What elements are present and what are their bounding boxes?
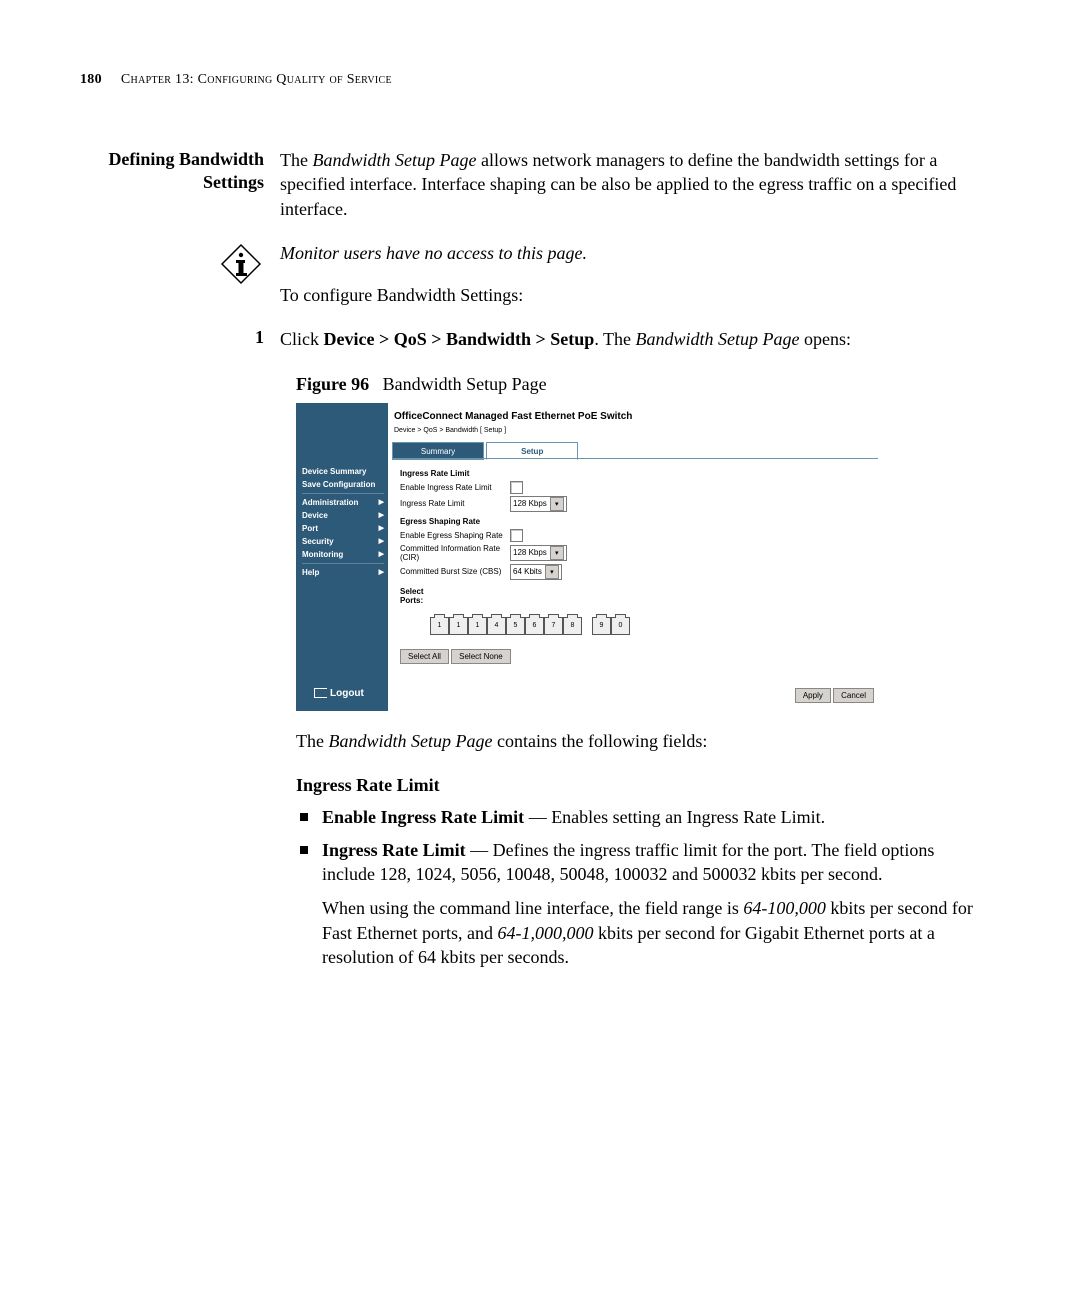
breadcrumb: Device > QoS > Bandwidth [ Setup ]: [394, 427, 506, 434]
cbs-select[interactable]: 64 Kbits▾: [510, 564, 562, 580]
select-none-button[interactable]: Select None: [451, 649, 511, 664]
ingress-rate-label: Ingress Rate Limit: [400, 499, 510, 508]
chevron-right-icon: ▶: [379, 511, 384, 519]
sidebar-item-administration[interactable]: Administration▶: [302, 496, 384, 509]
cir-select[interactable]: 128 Kbps▾: [510, 545, 567, 561]
bullet-enable-ingress: Enable Ingress Rate Limit — Enables sett…: [296, 805, 984, 829]
select-ports-label: SelectPorts:: [400, 588, 870, 606]
sidebar-item-device-summary[interactable]: Device Summary: [302, 465, 384, 478]
sidebar-item-help[interactable]: Help▶: [302, 566, 384, 579]
sidebar-item-save-config[interactable]: Save Configuration: [302, 478, 384, 491]
sidebar: Device Summary Save Configuration Admini…: [296, 403, 388, 711]
port-5[interactable]: 5: [506, 617, 525, 635]
contains-text: The Bandwidth Setup Page contains the fo…: [296, 729, 984, 753]
configure-lead: To configure Bandwidth Settings:: [280, 283, 984, 307]
chevron-down-icon: ▾: [550, 497, 564, 511]
sidebar-item-monitoring[interactable]: Monitoring▶: [302, 548, 384, 561]
egress-group-label: Egress Shaping Rate: [400, 517, 870, 526]
note-text: Monitor users have no access to this pag…: [280, 241, 984, 265]
chevron-right-icon: ▶: [379, 550, 384, 558]
port-7[interactable]: 7: [544, 617, 563, 635]
port-9[interactable]: 9: [592, 617, 611, 635]
chevron-down-icon: ▾: [550, 546, 564, 560]
bullet-ingress-rate: Ingress Rate Limit — Defines the ingress…: [296, 838, 984, 969]
port-8[interactable]: 8: [563, 617, 582, 635]
logout-button[interactable]: Logout: [314, 688, 364, 699]
bandwidth-setup-screenshot: 3COM Device Summary Save Configuration A…: [296, 403, 882, 711]
port-2[interactable]: 1: [449, 617, 468, 635]
section-heading: Defining Bandwidth Settings: [80, 148, 264, 195]
cbs-label: Committed Burst Size (CBS): [400, 567, 510, 576]
chevron-right-icon: ▶: [379, 537, 384, 545]
chevron-down-icon: ▾: [545, 565, 559, 579]
port-10[interactable]: 0: [611, 617, 630, 635]
chapter-title: Chapter 13: Configuring Quality of Servi…: [121, 72, 392, 87]
page-number: 180: [80, 72, 102, 87]
ingress-subhead: Ingress Rate Limit: [296, 773, 984, 797]
enable-ingress-checkbox[interactable]: [510, 481, 523, 494]
figure-caption: Figure 96 Bandwidth Setup Page: [296, 374, 984, 395]
cancel-button[interactable]: Cancel: [833, 688, 874, 703]
port-1[interactable]: 1: [430, 617, 449, 635]
apply-button[interactable]: Apply: [795, 688, 831, 703]
running-header: 180 Chapter 13: Configuring Quality of S…: [80, 72, 984, 88]
port-6[interactable]: 6: [525, 617, 544, 635]
sidebar-item-port[interactable]: Port▶: [302, 522, 384, 535]
chevron-right-icon: ▶: [379, 498, 384, 506]
sidebar-item-device[interactable]: Device▶: [302, 509, 384, 522]
chevron-right-icon: ▶: [379, 568, 384, 576]
enable-egress-label: Enable Egress Shaping Rate: [400, 531, 510, 540]
cli-range-text: When using the command line interface, t…: [322, 896, 984, 969]
select-all-button[interactable]: Select All: [400, 649, 449, 664]
step-text: Click Device > QoS > Bandwidth > Setup. …: [280, 327, 984, 351]
section-intro: The Bandwidth Setup Page allows network …: [280, 148, 984, 221]
cir-label: Committed Information Rate (CIR): [400, 544, 510, 562]
ingress-group-label: Ingress Rate Limit: [400, 469, 870, 478]
info-icon: [218, 241, 264, 287]
enable-egress-checkbox[interactable]: [510, 529, 523, 542]
ingress-rate-select[interactable]: 128 Kbps▾: [510, 496, 567, 512]
port-3[interactable]: 1: [468, 617, 487, 635]
enable-ingress-label: Enable Ingress Rate Limit: [400, 483, 510, 492]
step-number: 1: [80, 327, 280, 351]
sidebar-item-security[interactable]: Security▶: [302, 535, 384, 548]
chevron-right-icon: ▶: [379, 524, 384, 532]
port-4[interactable]: 4: [487, 617, 506, 635]
device-title: OfficeConnect Managed Fast Ethernet PoE …: [394, 411, 632, 422]
